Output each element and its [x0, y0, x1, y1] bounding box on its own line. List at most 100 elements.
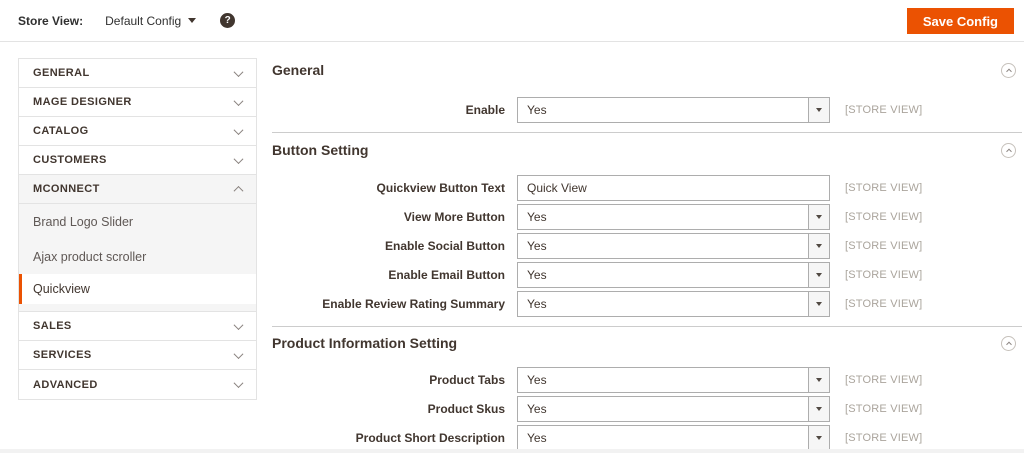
enable-email-button-select[interactable]: Yes — [517, 262, 830, 288]
subpanel-spacer — [19, 304, 256, 311]
field-label: Enable Review Rating Summary — [322, 297, 505, 311]
field-row-product-tabs: Product Tabs Yes [STORE VIEW] — [272, 367, 1016, 393]
sidebar-item-label: SALES — [33, 320, 72, 332]
sidebar-subitem-brand-logo-slider[interactable]: Brand Logo Slider — [19, 204, 256, 239]
scope-label: [STORE VIEW] — [845, 269, 923, 281]
view-more-button-select[interactable]: Yes — [517, 204, 830, 230]
field-row-quickview-button-text: Quickview Button Text [STORE VIEW] — [272, 175, 1016, 201]
caret-down-icon — [188, 18, 197, 23]
select-value: Yes — [527, 297, 547, 311]
select-value: Yes — [527, 210, 547, 224]
chevron-down-icon — [808, 234, 829, 258]
chevron-down-icon — [808, 205, 829, 229]
enable-social-button-select[interactable]: Yes — [517, 233, 830, 259]
mconnect-subpanel: Brand Logo Slider Ajax product scroller … — [19, 204, 256, 312]
product-short-description-select[interactable]: Yes — [517, 425, 830, 451]
section-divider — [272, 132, 1022, 133]
field-label: Quickview Button Text — [376, 181, 505, 195]
sidebar-item-label: GENERAL — [33, 67, 90, 79]
scope-label: [STORE VIEW] — [845, 432, 923, 444]
store-view-value: Default Config — [105, 13, 182, 28]
field-label: Product Tabs — [429, 373, 505, 387]
section-title: Product Information Setting — [272, 335, 458, 351]
sidebar-item-services[interactable]: SERVICES — [19, 341, 256, 370]
sidebar-item-mconnect[interactable]: MCONNECT — [19, 175, 256, 204]
scope-label: [STORE VIEW] — [845, 403, 923, 415]
field-label: Product Skus — [427, 402, 505, 416]
chevron-down-icon — [233, 378, 244, 389]
sidebar-item-label: MAGE DESIGNER — [33, 96, 132, 108]
config-sidebar: GENERAL MAGE DESIGNER CATALOG CUSTOMERS … — [18, 58, 257, 400]
field-label: Enable Email Button — [388, 268, 505, 282]
section-title: Button Setting — [272, 142, 369, 158]
section-header: Product Information Setting — [272, 333, 1016, 353]
select-value: Yes — [527, 239, 547, 253]
field-row-enable-social-button: Enable Social Button Yes [STORE VIEW] — [272, 233, 1016, 259]
collapse-icon[interactable] — [1001, 142, 1016, 158]
save-config-button[interactable]: Save Config — [906, 8, 1014, 34]
help-icon[interactable]: ? — [220, 13, 236, 28]
sidebar-item-advanced[interactable]: ADVANCED — [19, 370, 256, 399]
sidebar-subitem-quickview[interactable]: Quickview — [19, 274, 256, 304]
chevron-down-icon — [233, 66, 244, 77]
chevron-down-icon — [233, 124, 244, 135]
scope-label: [STORE VIEW] — [845, 374, 923, 386]
field-label: View More Button — [403, 210, 505, 224]
chevron-up-icon — [1005, 341, 1012, 348]
scope-label: [STORE VIEW] — [845, 104, 923, 116]
enable-review-rating-summary-select[interactable]: Yes — [517, 291, 830, 317]
section-button-setting: Button Setting Quickview Button Text [ST… — [272, 140, 1016, 320]
enable-select[interactable]: Yes — [517, 97, 830, 123]
chevron-up-icon — [1005, 68, 1012, 75]
section-header: Button Setting — [272, 140, 1016, 160]
section-title: General — [272, 62, 325, 78]
section-divider — [272, 326, 1022, 327]
field-label: Product Short Description — [355, 431, 505, 445]
section-general: General Enable Yes [STORE VIEW] — [272, 60, 1016, 126]
page-bottom-band — [0, 449, 1024, 453]
chevron-down-icon — [808, 263, 829, 287]
chevron-down-icon — [233, 348, 244, 359]
sidebar-item-sales[interactable]: SALES — [19, 312, 256, 341]
sidebar-item-label: CUSTOMERS — [33, 154, 107, 166]
scope-label: [STORE VIEW] — [845, 298, 923, 310]
field-row-enable: Enable Yes [STORE VIEW] — [272, 97, 1016, 123]
quickview-button-text-input[interactable] — [517, 175, 830, 201]
sidebar-item-general[interactable]: GENERAL — [19, 59, 256, 88]
sidebar-item-label: ADVANCED — [33, 378, 98, 391]
product-skus-select[interactable]: Yes — [517, 396, 830, 422]
store-view-switcher[interactable]: Default Config — [105, 13, 197, 28]
scope-label: [STORE VIEW] — [845, 211, 923, 223]
chevron-down-icon — [233, 319, 244, 330]
chevron-down-icon — [808, 292, 829, 316]
collapse-icon[interactable] — [1001, 62, 1016, 78]
store-view-label: Store View: — [18, 13, 84, 28]
product-tabs-select[interactable]: Yes — [517, 367, 830, 393]
field-label: Enable — [465, 103, 505, 117]
field-row-enable-review-rating-summary: Enable Review Rating Summary Yes [STORE … — [272, 291, 1016, 317]
sidebar-item-catalog[interactable]: CATALOG — [19, 117, 256, 146]
sidebar-item-label: MCONNECT — [33, 183, 100, 195]
chevron-down-icon — [808, 397, 829, 421]
collapse-icon[interactable] — [1001, 335, 1016, 351]
chevron-down-icon — [808, 426, 829, 450]
scope-label: [STORE VIEW] — [845, 240, 923, 252]
sidebar-item-label: SERVICES — [33, 349, 92, 361]
scope-label: [STORE VIEW] — [845, 182, 923, 194]
chevron-up-icon — [233, 185, 244, 196]
select-value: Yes — [527, 431, 547, 445]
field-label: Enable Social Button — [384, 239, 505, 253]
select-value: Yes — [527, 103, 547, 117]
select-value: Yes — [527, 268, 547, 282]
select-value: Yes — [527, 373, 547, 387]
field-row-product-short-description: Product Short Description Yes [STORE VIE… — [272, 425, 1016, 451]
sidebar-item-mage-designer[interactable]: MAGE DESIGNER — [19, 88, 256, 117]
sidebar-item-customers[interactable]: CUSTOMERS — [19, 146, 256, 175]
select-value: Yes — [527, 402, 547, 416]
chevron-up-icon — [1005, 148, 1012, 155]
sidebar-subitem-ajax-product-scroller[interactable]: Ajax product scroller — [19, 239, 256, 274]
chevron-down-icon — [808, 98, 829, 122]
field-row-product-skus: Product Skus Yes [STORE VIEW] — [272, 396, 1016, 422]
chevron-down-icon — [808, 368, 829, 392]
field-row-enable-email-button: Enable Email Button Yes [STORE VIEW] — [272, 262, 1016, 288]
